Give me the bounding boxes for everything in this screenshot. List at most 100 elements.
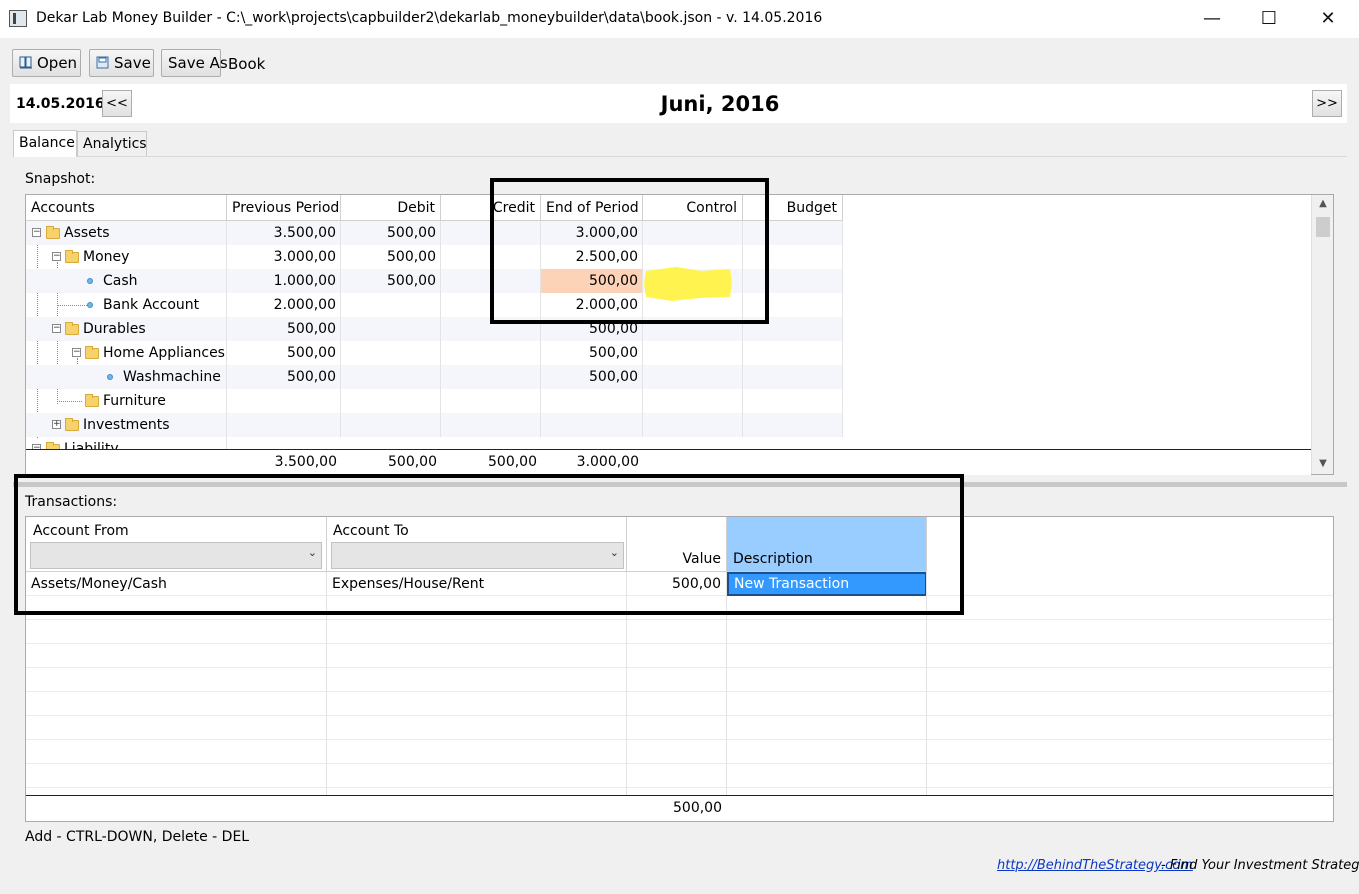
budget-cell (743, 389, 843, 413)
previous-period-cell: 3.000,00 (227, 245, 341, 269)
tree-row[interactable]: + Investments (26, 413, 843, 437)
empty-row[interactable] (26, 668, 1333, 692)
keyboard-hint: Add - CTRL-DOWN, Delete - DEL (25, 829, 250, 845)
minimize-button[interactable]: — (1183, 0, 1241, 38)
folder-icon (85, 394, 99, 407)
snapshot-label: Snapshot: (25, 171, 96, 187)
save-as-button[interactable]: Save As (161, 49, 228, 77)
tree-row[interactable]: − Home Appliances 500,00 500,00 (26, 341, 843, 365)
save-icon (96, 56, 109, 69)
scroll-down-icon[interactable]: ▼ (1312, 455, 1334, 473)
save-button[interactable]: Save (89, 49, 154, 77)
account-cell: + Investments (26, 413, 227, 437)
account-cell: Cash (26, 269, 227, 293)
control-cell (643, 413, 743, 437)
budget-cell (743, 341, 843, 365)
previous-period-cell (227, 389, 341, 413)
credit-cell (441, 389, 541, 413)
account-name: Assets (64, 225, 110, 241)
empty-row[interactable] (26, 620, 1333, 644)
scroll-thumb[interactable] (1316, 217, 1330, 237)
account-cell: Bank Account (26, 293, 227, 317)
account-cell: Furniture (26, 389, 227, 413)
debit-cell (341, 293, 441, 317)
collapse-icon[interactable]: − (52, 252, 61, 261)
previous-period-cell: 3.500,00 (227, 221, 341, 245)
folder-icon (46, 226, 60, 239)
total-previous-period: 3.500,00 (274, 454, 337, 470)
account-cell: − Durables (26, 317, 227, 341)
empty-row[interactable] (26, 764, 1333, 788)
account-name: Home Appliances (103, 345, 225, 361)
snapshot-scrollbar[interactable]: ▲ ▼ (1311, 195, 1333, 474)
leaf-icon (87, 302, 93, 308)
credit-cell (441, 413, 541, 437)
empty-row[interactable] (26, 692, 1333, 716)
previous-period-cell: 1.000,00 (227, 269, 341, 293)
account-cell: − Assets (26, 221, 227, 245)
debit-cell (341, 317, 441, 341)
transactions-total-row: 500,00 (26, 795, 1333, 821)
control-cell (643, 341, 743, 365)
leaf-icon (107, 374, 113, 380)
leaf-icon (87, 278, 93, 284)
open-button-label: Open (37, 54, 78, 72)
book-icon (19, 56, 32, 69)
annotation-box-snapshot (490, 178, 769, 324)
month-title: Juni, 2016 (660, 92, 780, 116)
total-debit: 500,00 (388, 454, 437, 470)
column-header-debit[interactable]: Debit (341, 195, 441, 221)
account-name: Investments (83, 417, 170, 433)
previous-period-cell: 500,00 (227, 365, 341, 389)
credit-cell (441, 341, 541, 365)
empty-row[interactable] (26, 644, 1333, 668)
app-icon (9, 10, 27, 27)
debit-cell (341, 413, 441, 437)
tree-row[interactable]: Furniture (26, 389, 843, 413)
end-of-period-cell: 500,00 (541, 365, 643, 389)
debit-cell: 500,00 (341, 221, 441, 245)
total-end-of-period: 3.000,00 (576, 454, 639, 470)
collapse-icon[interactable]: − (72, 348, 81, 357)
next-month-button[interactable]: >> (1312, 90, 1342, 117)
tab-analytics[interactable]: Analytics (77, 131, 147, 156)
tab-balance[interactable]: Balance (13, 130, 77, 157)
account-name: Furniture (103, 393, 166, 409)
control-cell (643, 365, 743, 389)
book-label: Book (228, 55, 266, 73)
account-cell: Washmachine (26, 365, 227, 389)
transactions-total-value: 500,00 (673, 800, 722, 816)
debit-cell: 500,00 (341, 269, 441, 293)
account-cell: − Home Appliances (26, 341, 227, 365)
account-name: Cash (103, 273, 138, 289)
debit-cell (341, 365, 441, 389)
column-header-accounts[interactable]: Accounts (26, 195, 227, 221)
folder-icon (65, 322, 79, 335)
collapse-icon[interactable]: − (52, 324, 61, 333)
previous-period-cell: 2.000,00 (227, 293, 341, 317)
close-button[interactable]: ✕ (1299, 0, 1357, 38)
snapshot-totals-row: 3.500,00 500,00 500,00 3.000,00 (26, 449, 1311, 475)
account-name: Durables (83, 321, 146, 337)
debit-cell: 500,00 (341, 245, 441, 269)
folder-icon (65, 250, 79, 263)
open-button[interactable]: Open (12, 49, 81, 77)
collapse-icon[interactable]: − (32, 228, 41, 237)
empty-row[interactable] (26, 740, 1333, 764)
scroll-up-icon[interactable]: ▲ (1312, 195, 1334, 213)
budget-cell (743, 413, 843, 437)
end-of-period-cell: 500,00 (541, 341, 643, 365)
previous-month-button[interactable]: << (102, 90, 132, 117)
tree-row[interactable]: Washmachine 500,00 500,00 (26, 365, 843, 389)
annotation-box-transactions (14, 474, 964, 615)
empty-row[interactable] (26, 716, 1333, 740)
maximize-button[interactable]: ☐ (1240, 0, 1298, 38)
column-header-previous-period[interactable]: Previous Period (227, 195, 341, 221)
save-button-label: Save (114, 54, 151, 72)
tree-row[interactable]: − Liability (26, 437, 843, 449)
account-name: Bank Account (103, 297, 200, 313)
account-name: Washmachine (123, 369, 221, 385)
end-of-period-cell (541, 389, 643, 413)
expand-icon[interactable]: + (52, 420, 61, 429)
account-cell: − Liability (26, 437, 227, 449)
